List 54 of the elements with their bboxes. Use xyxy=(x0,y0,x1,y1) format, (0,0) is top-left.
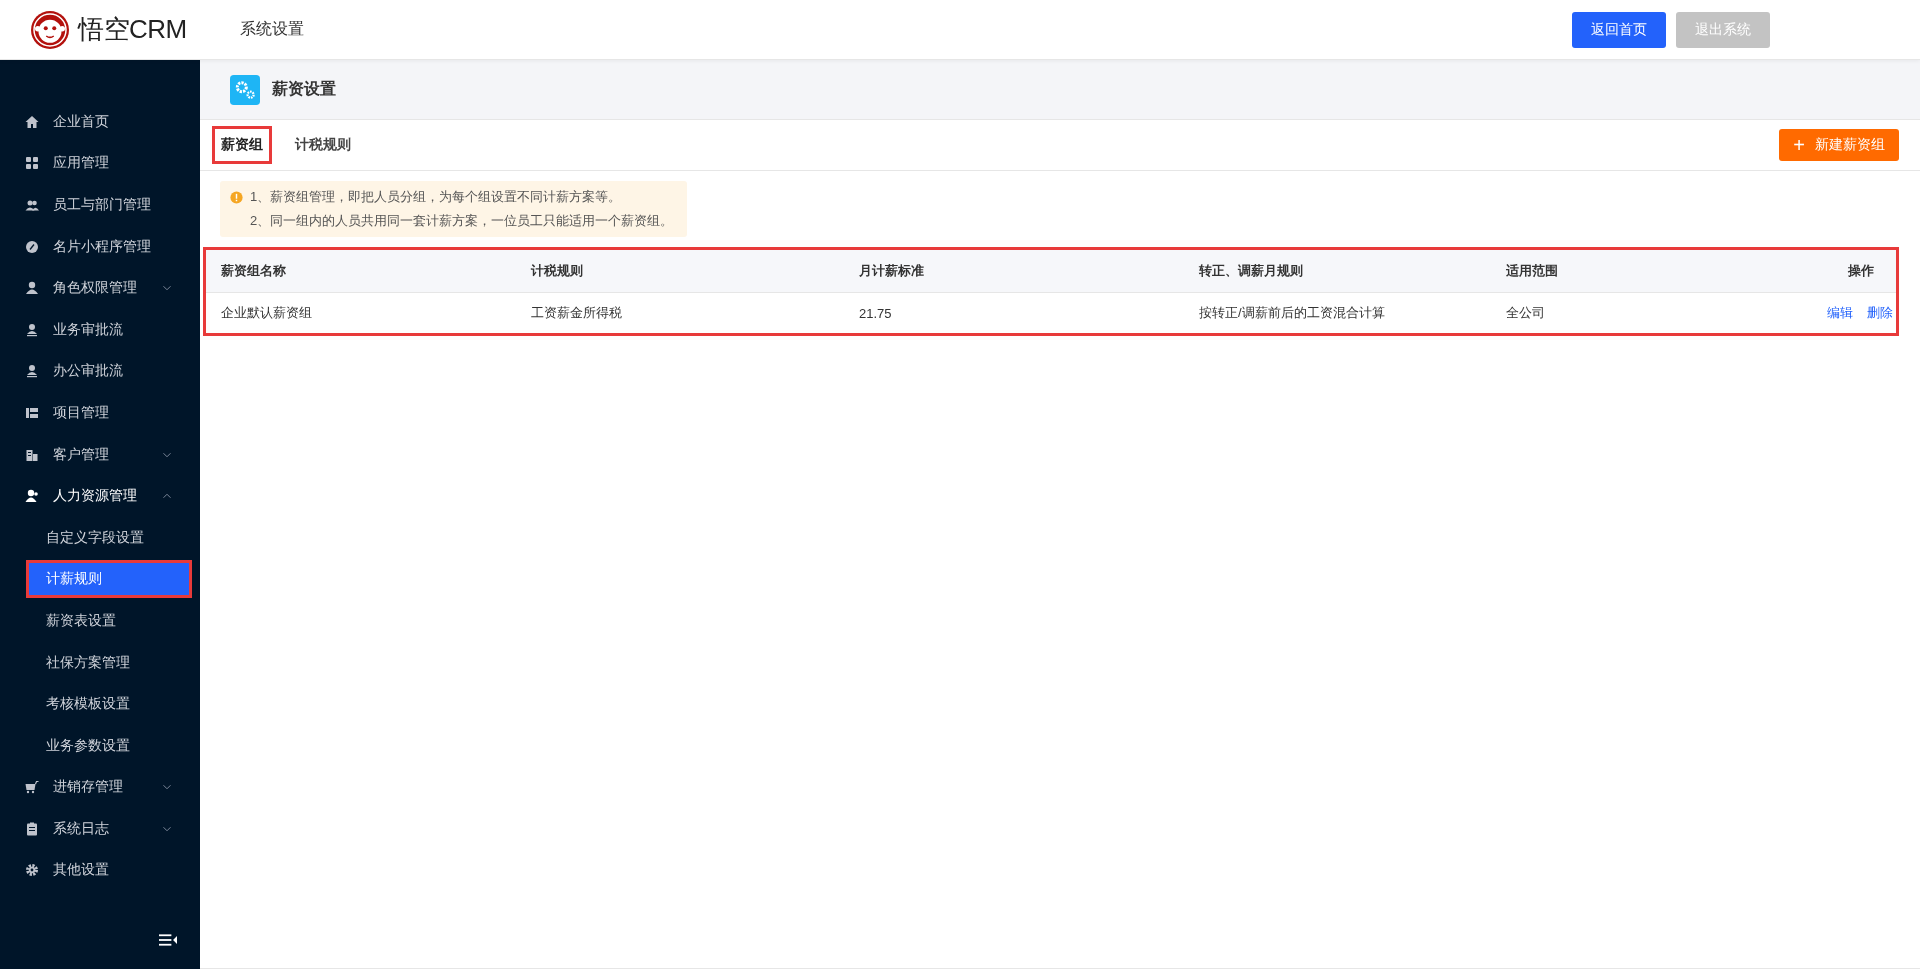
sidebar-item[interactable]: 人力资源管理 xyxy=(0,475,200,517)
sidebar-item[interactable]: 系统日志 xyxy=(0,808,200,850)
menu-item-icon xyxy=(24,321,40,338)
sidebar-item[interactable]: 业务审批流 xyxy=(0,308,200,351)
delete-link[interactable]: 删除 xyxy=(1867,304,1893,322)
sidebar-subitem[interactable]: 社保方案管理 xyxy=(28,645,190,680)
column-header: 适用范围 xyxy=(1506,262,1559,280)
sidebar-item[interactable]: 项目管理 xyxy=(0,392,200,434)
collapse-menu-icon[interactable] xyxy=(158,931,178,949)
sidebar-subitem[interactable]: 考核模板设置 xyxy=(28,687,190,722)
menu-item-icon xyxy=(24,113,40,130)
sidebar-item[interactable]: 进销存管理 xyxy=(0,766,200,809)
menu-item-icon xyxy=(24,862,40,879)
menu-item-icon xyxy=(24,280,40,297)
column-header: 薪资组名称 xyxy=(221,262,287,280)
brand-name: 悟空CRM xyxy=(78,13,187,46)
sidebar-item[interactable]: 客户管理 xyxy=(0,433,200,476)
sidebar-item[interactable]: 角色权限管理 xyxy=(0,267,200,309)
sidebar-subitem[interactable]: 薪资表设置 xyxy=(28,603,190,638)
table-cell-text: 企业默认薪资组 xyxy=(221,304,313,322)
notice-text: 1、薪资组管理，即把人员分组，为每个组设置不同计薪方案等。 xyxy=(250,188,622,206)
home-button[interactable]: 返回首页 xyxy=(1572,11,1666,48)
sidebar-item[interactable]: 员工与部门管理 xyxy=(0,184,200,226)
table-cell-text: 全公司 xyxy=(1506,304,1546,322)
notice-text: 2、同一组内的人员共用同一套计薪方案，一位员工只能适用一个薪资组。 xyxy=(250,212,674,230)
table-cell-text: 按转正/调薪前后的工资混合计算 xyxy=(1199,304,1386,322)
sidebar-item[interactable]: 企业首页 xyxy=(0,101,200,143)
sidebar-subitem[interactable]: 自定义字段设置 xyxy=(28,520,190,555)
logo-icon xyxy=(30,9,70,50)
edit-link[interactable]: 编辑 xyxy=(1827,304,1853,322)
table-cell-text: 21.75 xyxy=(859,305,893,321)
sidebar-item[interactable]: 名片小程序管理 xyxy=(0,225,200,268)
sidebar-subitem[interactable]: 业务参数设置 xyxy=(28,728,190,763)
menu-item-icon xyxy=(24,363,40,380)
menu-item-icon xyxy=(24,488,40,505)
sidebar-subitem[interactable]: 计薪规则 xyxy=(28,562,190,597)
tab[interactable]: 计税规则 xyxy=(288,128,358,162)
sidebar-item[interactable]: 应用管理 xyxy=(0,142,200,185)
menu-item-icon xyxy=(24,820,40,837)
sidebar-item[interactable]: 办公审批流 xyxy=(0,350,200,393)
menu-item-icon xyxy=(24,779,40,796)
menu-item-icon xyxy=(24,155,40,172)
sidebar-item[interactable]: 其他设置 xyxy=(0,849,200,892)
column-header: 月计薪标准 xyxy=(859,262,925,280)
column-header: 操作 xyxy=(1847,262,1875,280)
column-header: 计税规则 xyxy=(531,262,584,280)
warning-icon xyxy=(230,190,243,204)
column-header: 转正、调薪月规则 xyxy=(1199,262,1304,280)
table-cell-text: 工资薪金所得税 xyxy=(531,304,623,322)
section-title: 薪资设置 xyxy=(272,79,336,99)
menu-item-icon xyxy=(24,238,40,255)
page-title: 系统设置 xyxy=(240,19,304,39)
tab[interactable]: 薪资组 xyxy=(214,128,270,162)
settings-icon xyxy=(230,74,260,105)
